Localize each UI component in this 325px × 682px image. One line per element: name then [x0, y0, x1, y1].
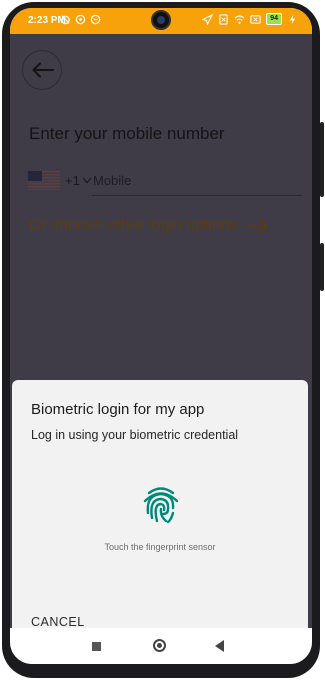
arrow-left-icon	[32, 62, 54, 78]
chevron-down-icon	[82, 177, 92, 184]
notification-icons	[60, 14, 101, 25]
power-button	[320, 243, 324, 291]
data-saver-icon	[90, 14, 101, 25]
wifi-icon	[234, 14, 245, 24]
home-circle-icon[interactable]	[153, 639, 166, 652]
cancel-button[interactable]: CANCEL	[31, 615, 85, 629]
mobile-number-input[interactable]	[92, 166, 302, 196]
back-triangle-icon[interactable]	[215, 640, 224, 652]
battery-indicator: 94	[266, 13, 282, 25]
country-code-select[interactable]: +1	[65, 173, 92, 188]
recents-square-icon[interactable]	[92, 642, 101, 651]
alarm-off-icon	[61, 15, 70, 25]
page-title: Enter your mobile number	[29, 124, 225, 143]
country-code: +1	[65, 173, 80, 188]
other-login-options-link[interactable]: Or choose other login options	[29, 217, 268, 235]
volume-button	[320, 122, 324, 197]
back-button[interactable]	[22, 50, 62, 90]
charging-icon	[289, 14, 296, 24]
login-screen: Enter your mobile number +1 Or choose ot…	[10, 34, 312, 654]
fingerprint-icon	[143, 487, 179, 524]
touch-sensor-hint: Touch the fingerprint sensor	[104, 542, 216, 552]
sync-icon	[75, 14, 86, 25]
us-flag-icon[interactable]	[28, 171, 60, 190]
location-icon	[202, 13, 214, 25]
phone-screen: 2:23 PM 94 Enter your mobile number +1 M…	[10, 8, 312, 664]
signal-off-icon	[250, 14, 261, 24]
dialog-subtitle: Log in using your biometric credential	[31, 428, 239, 442]
biometric-prompt-dialog: Biometric login for my app Log in using …	[12, 380, 308, 654]
other-login-options-label: Or choose other login options	[29, 217, 239, 234]
dialog-title: Biometric login for my app	[31, 401, 205, 418]
front-camera	[151, 10, 171, 30]
system-icons: 94	[202, 13, 298, 25]
arrow-right-icon	[246, 218, 268, 234]
no-sim-icon	[219, 13, 228, 25]
navigation-bar	[10, 628, 312, 664]
